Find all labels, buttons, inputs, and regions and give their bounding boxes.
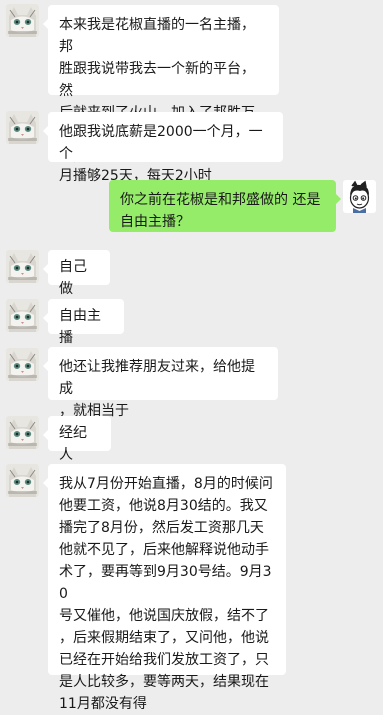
cat-avatar-icon[interactable] [6,111,39,144]
cat-avatar-icon[interactable] [6,4,39,37]
cartoon-boy-avatar-icon[interactable] [343,180,376,213]
cat-avatar-icon[interactable] [6,416,39,449]
cat-avatar-icon[interactable] [6,348,39,381]
chat-conversation: 本来我是花椒直播的一名主播，邦 胜跟我说带我去一个新的平台，然 后就来到了火山，… [0,0,383,712]
message-bubble-outgoing[interactable]: 你之前在花椒是和邦盛做的 还是 自由主播？ [109,180,341,232]
message-bubble-incoming[interactable]: 自己做 [43,250,110,297]
message-bubble-incoming[interactable]: 我从7月份开始直播，8月的时候问 他要工资，他说8月30结的。我又 播完了8月份… [43,464,286,712]
message-bubble-incoming[interactable]: 经纪人 [43,416,111,463]
message-bubble-incoming[interactable]: 他跟我说底薪是2000一个月，一个 月播够25天，每天2小时 [43,112,283,184]
message-bubble-incoming[interactable]: 他还让我推荐朋友过来，给他提成 ，就相当于 [43,347,278,419]
cat-avatar-icon[interactable] [6,464,39,497]
cat-avatar-icon[interactable] [6,250,39,283]
cat-avatar-icon[interactable] [6,299,39,332]
message-bubble-incoming[interactable]: 本来我是花椒直播的一名主播，邦 胜跟我说带我去一个新的平台，然 后就来到了火山，… [43,5,279,165]
message-bubble-incoming[interactable]: 自由主播 [43,299,124,346]
